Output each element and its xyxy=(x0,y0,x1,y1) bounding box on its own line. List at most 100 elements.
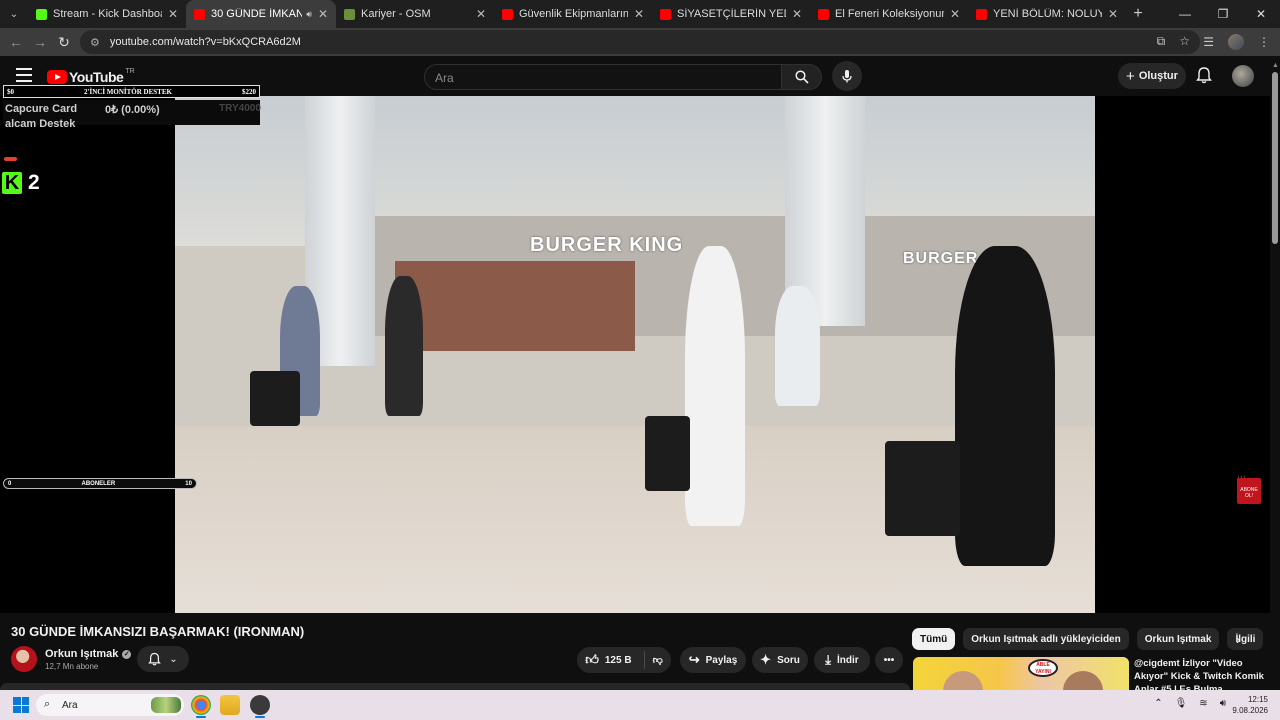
chip-from-uploader[interactable]: Orkun Işıtmak adlı yükleyiciden xyxy=(963,628,1129,650)
file-explorer-icon[interactable] xyxy=(220,695,240,715)
account-avatar[interactable] xyxy=(1232,65,1254,87)
goal-item: Capcure Card xyxy=(5,103,78,115)
goal-try: TRY4000 xyxy=(219,103,261,114)
youtube-logo[interactable]: YouTube TR xyxy=(47,68,135,85)
scroll-up-icon[interactable]: ▲ xyxy=(1272,62,1279,69)
browser-menu-icon[interactable]: ⋮ xyxy=(1258,35,1270,49)
close-tab-icon[interactable]: ✕ xyxy=(476,7,486,21)
reload-icon[interactable]: ↻ xyxy=(52,34,76,51)
goal-target: $220 xyxy=(242,87,256,96)
forward-icon[interactable]: → xyxy=(28,34,52,50)
download-icon: ⤓ xyxy=(825,652,832,667)
channel-name: Orkun Işıtmak xyxy=(45,648,119,660)
tab-title: SİYASETÇİLERİN YEDİĞİ MECLİS xyxy=(677,8,786,20)
show-hidden-icons-icon[interactable]: ⌃ xyxy=(1154,698,1162,709)
microphone-tray-icon[interactable]: 🎙︎ xyxy=(1175,698,1188,709)
channel-avatar[interactable] xyxy=(11,646,37,672)
minimize-icon[interactable]: — xyxy=(1166,7,1204,21)
notifications-button[interactable] xyxy=(1196,66,1212,89)
browser-tab[interactable]: El Feneri Koleksiyonumun Favo ✕ xyxy=(810,0,968,28)
windows-start-icon[interactable] xyxy=(13,697,29,713)
tab-title: 30 GÜNDE İMKANSIZI BAŞA xyxy=(211,8,303,20)
close-tab-icon[interactable]: ✕ xyxy=(792,7,802,21)
tab-title: Güvenlik Ekipmanların Sınırlan xyxy=(519,8,628,20)
new-tab-button[interactable]: + xyxy=(1126,5,1150,23)
youtube-play-icon xyxy=(47,70,67,84)
voice-search-button[interactable] xyxy=(832,61,862,91)
search-button[interactable] xyxy=(782,64,822,90)
burger-king-sign: BURGER KING xyxy=(530,234,684,256)
close-tab-icon[interactable]: ✕ xyxy=(318,7,328,21)
search-icon xyxy=(794,70,809,84)
close-tab-icon[interactable]: ✕ xyxy=(1108,7,1118,21)
traveler xyxy=(385,276,423,416)
search-input[interactable]: Ara xyxy=(424,64,782,90)
browser-tab-strip: ⌄ Stream - Kick Dashboard✕30 GÜNDE İMKAN… xyxy=(0,0,1280,28)
subs-start: 0 xyxy=(8,480,12,487)
tab-search-icon[interactable]: ⌄ xyxy=(0,0,28,28)
recommendation-thumbnail[interactable]: ABLE YAYINI xyxy=(913,657,1129,690)
close-window-icon[interactable]: ✕ xyxy=(1242,7,1280,21)
close-tab-icon[interactable]: ✕ xyxy=(950,7,960,21)
live-indicator xyxy=(4,157,17,161)
goal-item-2: alcam Destek xyxy=(5,118,76,130)
close-tab-icon[interactable]: ✕ xyxy=(634,7,644,21)
channel-name-link[interactable]: Orkun Işıtmak ✓ xyxy=(45,648,132,660)
share-label: Paylaş xyxy=(705,654,738,666)
search-icon: ⌕ xyxy=(44,698,51,710)
recommendation-title[interactable]: @cigdemt İzliyor "Video Akıyor" Kick & T… xyxy=(1134,657,1264,690)
browser-tab[interactable]: YENİ BÖLÜM: NOLUYO YA ¿ VS ✕ xyxy=(968,0,1126,28)
video-player[interactable]: BURGER KING BURGER KING $0 2'İNCİ MONİTÖ… xyxy=(0,85,1270,613)
chip-channel[interactable]: Orkun Işıtmak xyxy=(1136,628,1220,650)
scrollbar-thumb[interactable] xyxy=(1272,72,1278,244)
browser-tab[interactable]: Kariyer - OSM ✕ xyxy=(336,0,494,28)
chrome-taskbar-icon[interactable] xyxy=(191,695,211,715)
taskbar-clock[interactable]: 12:15 9.08.2026 xyxy=(1232,694,1268,716)
tab-audio-icon[interactable]: 🔊︎ xyxy=(306,9,312,20)
create-button[interactable]: + Oluştur xyxy=(1118,63,1186,89)
site-info-icon[interactable]: ⚙ xyxy=(90,36,100,49)
system-tray: ⌃ 🎙︎ ≋ 🔊︎ xyxy=(1154,698,1226,709)
back-icon[interactable]: ← xyxy=(4,34,28,50)
tab-favicon-icon xyxy=(344,8,355,20)
menu-icon[interactable] xyxy=(16,68,32,82)
subscription-notification-button[interactable]: ⌄ xyxy=(137,646,189,672)
chip-all[interactable]: Tümü xyxy=(912,628,956,650)
page-scrollbar[interactable]: ▲ xyxy=(1270,56,1280,690)
like-count[interactable]: 125 B xyxy=(605,655,632,666)
open-in-app-icon[interactable]: ⧉ xyxy=(1157,34,1166,49)
chip-related[interactable]: İlgili xyxy=(1227,628,1264,650)
ask-button[interactable]: ✦ Soru xyxy=(752,647,808,673)
tab-title: YENİ BÖLÜM: NOLUYO YA ¿ VS xyxy=(993,8,1102,20)
chevron-right-icon[interactable]: › xyxy=(1236,632,1240,647)
tab-favicon-icon xyxy=(818,8,829,20)
app-taskbar-icon[interactable] xyxy=(250,695,270,715)
download-button[interactable]: ⤓ İndir xyxy=(814,647,870,673)
bookmark-star-icon[interactable]: ☆ xyxy=(1179,34,1190,49)
subscribe-badge: ABONE OL! xyxy=(1237,478,1261,504)
browser-tab[interactable]: SİYASETÇİLERİN YEDİĞİ MECLİS ✕ xyxy=(652,0,810,28)
close-tab-icon[interactable]: ✕ xyxy=(168,7,178,21)
browser-tab[interactable]: Stream - Kick Dashboard ✕ xyxy=(28,0,186,28)
thumbs-down-icon[interactable]: 👎︎ xyxy=(653,654,663,666)
description-box[interactable] xyxy=(0,683,910,690)
tab-list-icon[interactable]: ☰ xyxy=(1203,35,1214,49)
profile-avatar[interactable] xyxy=(1228,34,1244,50)
volume-icon[interactable]: 🔊︎ xyxy=(1220,698,1226,709)
filter-chips: Tümü Orkun Işıtmak adlı yükleyiciden Ork… xyxy=(912,628,1264,652)
more-actions-button[interactable]: ••• xyxy=(875,647,903,673)
browser-tab[interactable]: 30 GÜNDE İMKANSIZI BAŞA🔊︎ ✕ xyxy=(186,0,336,28)
wifi-icon[interactable]: ≋ xyxy=(1199,698,1207,709)
url-field[interactable]: ⚙ youtube.com/watch?v=bKxQCRA6d2M ⧉ ☆ xyxy=(80,30,1200,54)
taskbar-search-placeholder: Ara xyxy=(62,699,78,711)
thumbs-up-icon[interactable]: 👍︎ xyxy=(585,652,599,668)
video-frame: BURGER KING BURGER KING xyxy=(175,96,1095,613)
restore-icon[interactable]: ❐ xyxy=(1204,7,1242,21)
windows-taskbar: ⌕ Ara ⌃ 🎙︎ ≋ 🔊︎ 12:15 9.08.2026 xyxy=(0,690,1280,720)
browser-tab[interactable]: Güvenlik Ekipmanların Sınırlan ✕ xyxy=(494,0,652,28)
sparkle-icon: ✦ xyxy=(760,652,772,667)
share-button[interactable]: ↪ Paylaş xyxy=(680,647,746,673)
taskbar-search[interactable]: ⌕ Ara xyxy=(36,694,184,716)
search-highlight-icon xyxy=(151,697,181,713)
subs-target: 10 xyxy=(185,480,192,487)
